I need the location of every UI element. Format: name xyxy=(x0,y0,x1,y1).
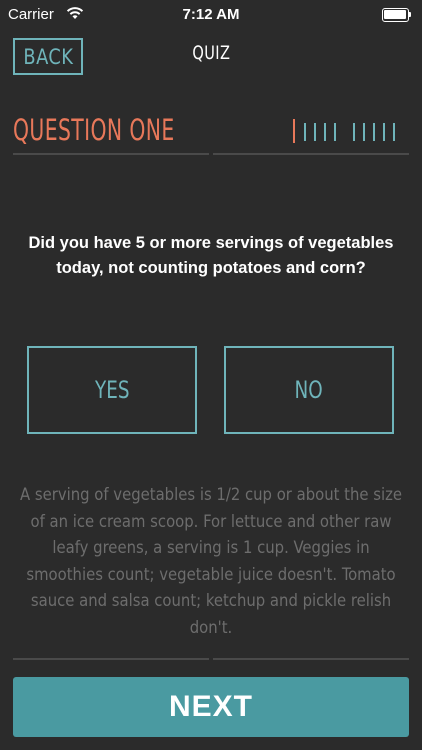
status-bar: Carrier 7:12 AM xyxy=(0,0,422,30)
progress-tick xyxy=(314,123,316,141)
battery-icon xyxy=(382,8,412,22)
serving-info-text: A serving of vegetables is 1/2 cup or ab… xyxy=(19,485,402,637)
no-button[interactable]: NO xyxy=(224,346,394,434)
next-button-label: NEXT xyxy=(168,690,253,723)
progress-tick xyxy=(373,123,375,141)
question-progress-indicator xyxy=(293,119,405,143)
question-heading: QUESTION ONE xyxy=(13,113,175,147)
yes-button[interactable]: YES xyxy=(27,346,197,434)
progress-tick xyxy=(363,123,365,141)
progress-tick xyxy=(353,123,355,141)
next-button[interactable]: NEXT xyxy=(13,677,409,737)
progress-tick xyxy=(304,123,306,141)
progress-tick xyxy=(293,119,295,143)
progress-tick xyxy=(383,123,385,141)
footer-divider-right xyxy=(213,658,409,660)
no-button-label: NO xyxy=(294,376,324,404)
footer-divider-left xyxy=(13,658,209,660)
yes-button-label: YES xyxy=(94,376,130,404)
status-time: 7:12 AM xyxy=(182,6,240,23)
progress-tick xyxy=(393,123,395,141)
heading-divider-right xyxy=(213,153,409,155)
page-title: QUIZ xyxy=(191,42,231,64)
question-text: Did you have 5 or more servings of veget… xyxy=(28,234,394,277)
progress-tick xyxy=(334,123,336,141)
progress-tick xyxy=(324,123,326,141)
heading-divider-left xyxy=(13,153,209,155)
